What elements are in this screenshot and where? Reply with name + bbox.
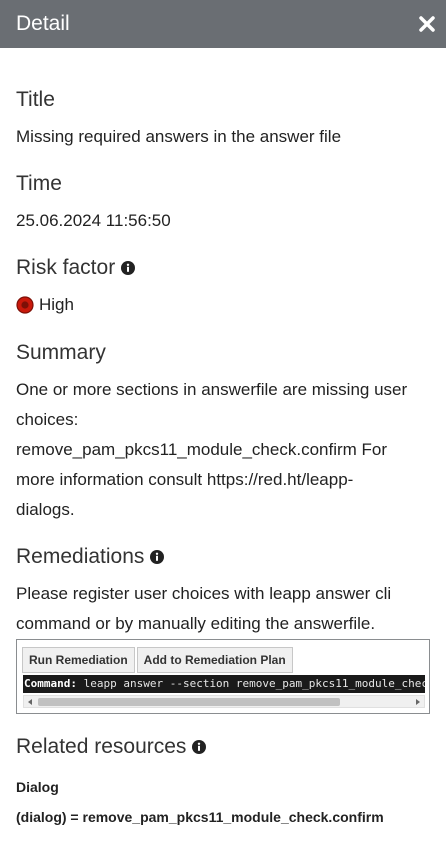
time-value: 25.06.2024 11:56:50	[16, 211, 171, 230]
remediations-line: Please register user choices with leapp …	[16, 584, 392, 603]
title-value: Missing required answers in the answer f…	[16, 127, 342, 146]
summary-line: dialogs.	[16, 500, 75, 519]
remediations-heading: Remediations	[16, 545, 165, 569]
risk-value: High	[16, 295, 74, 315]
risk-label: High	[39, 295, 74, 314]
summary-heading: Summary	[16, 341, 106, 364]
remediations-text: Please register user choices with leapp …	[16, 579, 430, 639]
risk-high-icon	[16, 296, 34, 314]
remediation-buttons: Run Remediation Add to Remediation Plan	[22, 647, 295, 673]
related-heading-label: Related resources	[16, 735, 187, 758]
risk-heading: Risk factor	[16, 256, 136, 280]
detail-title: Detail	[16, 12, 70, 35]
scroll-left-icon[interactable]	[26, 698, 34, 706]
close-icon[interactable]	[416, 13, 438, 35]
info-icon[interactable]	[150, 550, 165, 564]
summary-line: One or more sections in answerfile are m…	[16, 380, 408, 399]
scroll-thumb[interactable]	[38, 698, 340, 706]
remediations-heading-label: Remediations	[16, 545, 145, 568]
command-label: Command:	[24, 677, 77, 690]
summary-line: more information consult https://red.ht/…	[16, 470, 354, 489]
summary-text: One or more sections in answerfile are m…	[16, 375, 430, 525]
remediation-box: Run Remediation Add to Remediation Plan …	[16, 639, 430, 714]
command-line[interactable]: Command: leapp answer --section remove_p…	[23, 675, 425, 693]
command-text: leapp answer --section remove_pam_pkcs11…	[83, 677, 425, 690]
detail-header: Detail	[0, 0, 446, 48]
time-heading: Time	[16, 172, 62, 195]
info-icon[interactable]	[192, 740, 207, 754]
summary-line: remove_pam_pkcs11_module_check.confirm F…	[16, 440, 388, 459]
related-heading: Related resources	[16, 735, 207, 759]
remediations-line: command or by manually editing the answe…	[16, 614, 376, 633]
title-heading: Title	[16, 88, 55, 111]
scroll-right-icon[interactable]	[414, 698, 422, 706]
info-icon[interactable]	[121, 261, 136, 275]
summary-line: choices:	[16, 410, 79, 429]
horizontal-scrollbar[interactable]	[23, 695, 425, 708]
risk-heading-label: Risk factor	[16, 256, 116, 279]
add-to-remediation-plan-button[interactable]: Add to Remediation Plan	[136, 647, 293, 673]
run-remediation-button[interactable]: Run Remediation	[22, 647, 135, 673]
dialog-value: (dialog) = remove_pam_pkcs11_module_chec…	[16, 809, 384, 825]
dialog-label: Dialog	[16, 779, 59, 795]
